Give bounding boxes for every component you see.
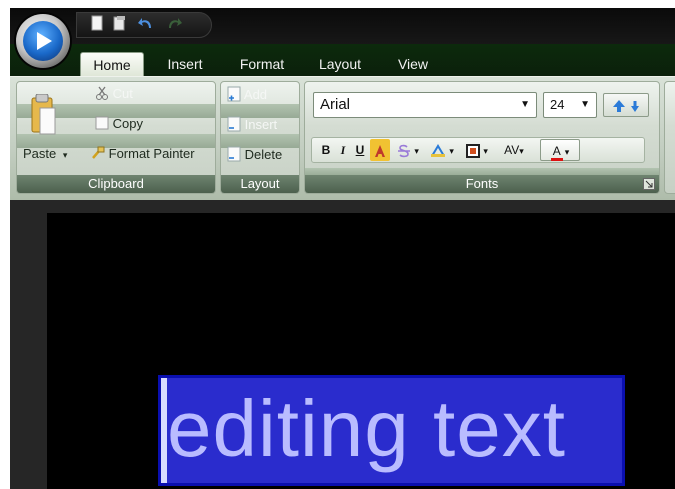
strikethrough-button[interactable]: ▾ bbox=[394, 139, 422, 161]
format-painter-label: Format Painter bbox=[108, 146, 195, 161]
fonts-group-title: Fonts bbox=[465, 176, 499, 191]
layout-group: Add Insert Delete Layout bbox=[220, 81, 300, 194]
tab-insert[interactable]: Insert bbox=[158, 52, 212, 76]
character-spacing-button[interactable]: AV▾ bbox=[496, 139, 532, 161]
next-group-edge bbox=[664, 81, 675, 194]
selected-text[interactable]: editing text bbox=[167, 376, 566, 481]
undo-icon[interactable] bbox=[137, 15, 155, 36]
document-area: editing text bbox=[10, 200, 675, 489]
text-highlight-button[interactable] bbox=[370, 139, 390, 161]
copy-button[interactable]: Copy bbox=[95, 116, 143, 133]
dialog-launcher-icon[interactable] bbox=[643, 177, 655, 195]
grow-font-icon[interactable] bbox=[612, 98, 629, 112]
cut-label: Cut bbox=[112, 86, 133, 101]
ribbon-tab-bar: Home Insert Format Layout View bbox=[10, 44, 675, 76]
title-bar bbox=[10, 8, 675, 44]
copy-label: Copy bbox=[112, 116, 143, 131]
underline-button[interactable]: U bbox=[352, 139, 368, 161]
border-button[interactable]: ▾ bbox=[462, 139, 492, 161]
delete-slide-label: Delete bbox=[244, 146, 283, 162]
text-effects-button[interactable]: ▾ bbox=[426, 139, 458, 161]
layout-group-label: Layout bbox=[221, 175, 299, 193]
grow-shrink-font-buttons bbox=[603, 93, 649, 117]
font-color-button[interactable]: A ▾ bbox=[540, 139, 580, 161]
cut-icon bbox=[95, 86, 109, 103]
font-color-label: A bbox=[550, 144, 563, 161]
app-window: Home Insert Format Layout View Cut Copy … bbox=[10, 8, 675, 489]
insert-slide-icon bbox=[227, 116, 241, 135]
insert-slide-button[interactable]: Insert bbox=[227, 116, 277, 135]
slide-canvas[interactable]: editing text bbox=[47, 213, 675, 489]
paste-dropdown-icon: ▾ bbox=[62, 150, 68, 160]
add-slide-icon bbox=[227, 86, 241, 105]
fonts-group-label: Fonts bbox=[305, 175, 659, 193]
tab-home[interactable]: Home bbox=[80, 52, 144, 76]
bold-button[interactable]: B bbox=[318, 139, 334, 161]
fonts-group: Arial ▼ 24 ▼ B I U ▾ ▾ ▾ AV▾ A ▾ Fonts bbox=[304, 81, 660, 194]
tab-view[interactable]: View bbox=[390, 52, 436, 76]
chevron-down-icon: ▼ bbox=[580, 99, 590, 110]
delete-slide-icon bbox=[227, 146, 241, 165]
shrink-font-icon[interactable] bbox=[630, 98, 640, 112]
font-size-select[interactable]: 24 ▼ bbox=[543, 92, 597, 118]
insert-slide-label: Insert bbox=[244, 116, 278, 132]
font-name-select[interactable]: Arial ▼ bbox=[313, 92, 537, 118]
tab-layout[interactable]: Layout bbox=[312, 52, 368, 76]
format-painter-icon bbox=[91, 146, 105, 163]
font-size-value: 24 bbox=[550, 97, 565, 112]
copy-icon bbox=[95, 116, 109, 133]
redo-icon[interactable] bbox=[165, 15, 183, 36]
chevron-down-icon: ▼ bbox=[520, 99, 530, 110]
cut-button[interactable]: Cut bbox=[95, 86, 133, 103]
tab-format[interactable]: Format bbox=[232, 52, 292, 76]
add-slide-button[interactable]: Add bbox=[227, 86, 267, 105]
character-spacing-label: AV bbox=[504, 143, 520, 157]
ribbon: Cut Copy Paste ▾ Format Painter Clipboar… bbox=[10, 76, 675, 200]
new-document-icon[interactable] bbox=[91, 15, 103, 36]
font-name-value: Arial bbox=[320, 96, 351, 113]
app-orb-button[interactable] bbox=[16, 14, 70, 68]
format-painter-button[interactable]: Format Painter bbox=[91, 146, 195, 163]
add-slide-label: Add bbox=[243, 86, 268, 102]
open-document-icon[interactable] bbox=[113, 15, 127, 36]
format-toolbar: B I U ▾ ▾ ▾ AV▾ A ▾ bbox=[311, 137, 645, 163]
italic-button[interactable]: I bbox=[336, 139, 350, 161]
paste-label: Paste bbox=[23, 146, 57, 161]
clipboard-group-label: Clipboard bbox=[17, 175, 215, 193]
delete-slide-button[interactable]: Delete bbox=[227, 146, 282, 165]
clipboard-group: Cut Copy Paste ▾ Format Painter Clipboar… bbox=[16, 81, 216, 194]
selected-text-box[interactable]: editing text bbox=[158, 375, 625, 486]
paste-icon[interactable] bbox=[29, 93, 57, 141]
paste-button[interactable]: Paste ▾ bbox=[23, 146, 67, 161]
quick-access-toolbar bbox=[76, 12, 212, 38]
